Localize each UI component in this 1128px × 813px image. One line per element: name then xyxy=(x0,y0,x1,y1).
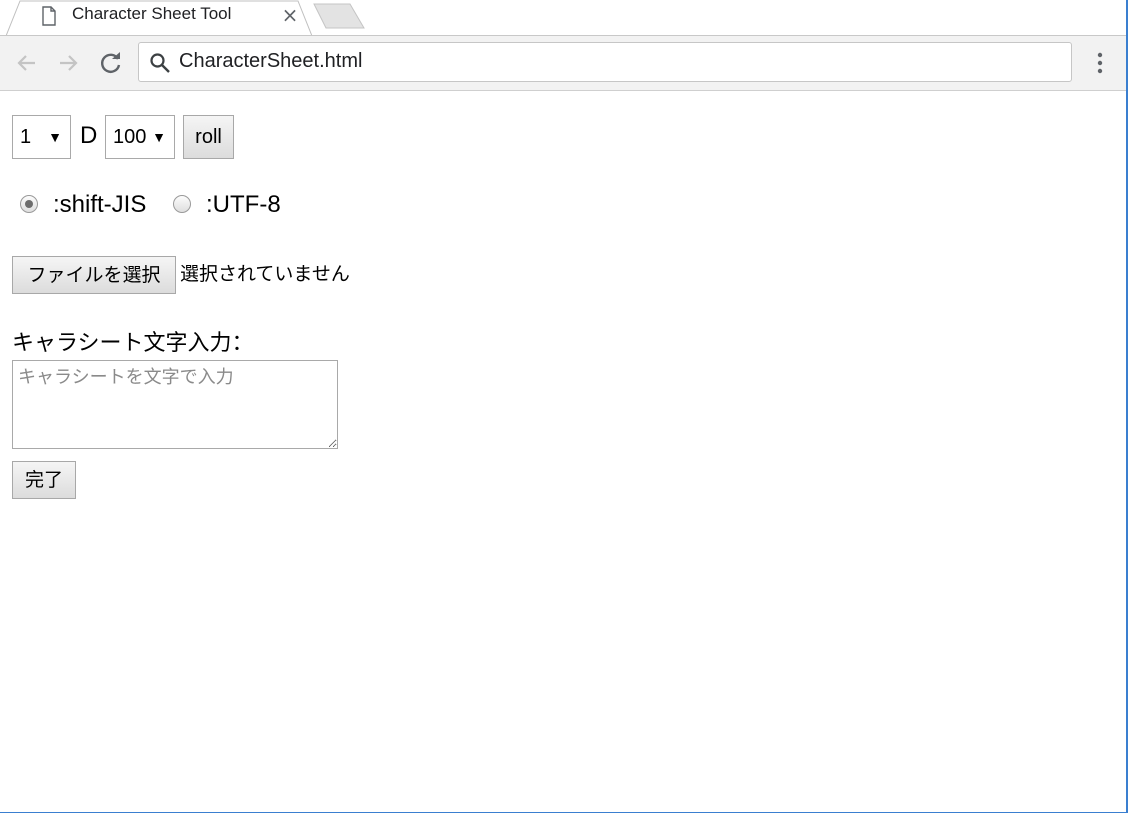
roll-button[interactable]: roll xyxy=(183,115,234,159)
tab-close-icon[interactable]: × xyxy=(278,3,302,27)
address-url: CharacterSheet.html xyxy=(179,50,363,72)
search-icon xyxy=(150,53,170,73)
choose-file-button[interactable]: ファイルを選択 xyxy=(12,256,176,294)
menu-kebab-icon[interactable] xyxy=(1090,50,1110,76)
back-arrow-icon[interactable] xyxy=(14,50,40,76)
forward-arrow-icon[interactable] xyxy=(55,50,81,76)
dice-separator: D xyxy=(80,122,98,149)
dice-count-value: 1 xyxy=(20,126,32,148)
encoding-label-utf8: :UTF-8 xyxy=(206,191,281,218)
new-tab-button[interactable] xyxy=(312,2,366,30)
encoding-radio-shift-jis[interactable] xyxy=(20,195,38,213)
chevron-down-icon: ▼ xyxy=(48,129,62,145)
address-bar[interactable]: CharacterSheet.html xyxy=(138,42,1072,82)
chevron-down-icon: ▼ xyxy=(152,129,166,145)
dice-count-select[interactable]: 1 ▼ xyxy=(12,115,71,159)
encoding-label-shift-jis: :shift-JIS xyxy=(53,191,147,218)
char-sheet-label: キャラシート文字入力： xyxy=(12,331,254,356)
tab-title: Character Sheet Tool xyxy=(72,4,232,23)
file-status-text: 選択されていません xyxy=(180,263,350,285)
reload-icon[interactable] xyxy=(98,50,124,76)
char-sheet-textarea[interactable] xyxy=(12,360,338,449)
dice-sides-value: 100 xyxy=(113,126,147,148)
dice-sides-select[interactable]: 100 ▼ xyxy=(105,115,175,159)
browser-tab-active[interactable]: Character Sheet Tool × xyxy=(6,0,312,36)
encoding-radio-utf8[interactable] xyxy=(173,195,191,213)
browser-toolbar: CharacterSheet.html xyxy=(0,36,1126,91)
tab-strip: Character Sheet Tool × xyxy=(0,0,1126,36)
done-button[interactable]: 完了 xyxy=(12,461,76,499)
document-icon xyxy=(42,6,56,26)
